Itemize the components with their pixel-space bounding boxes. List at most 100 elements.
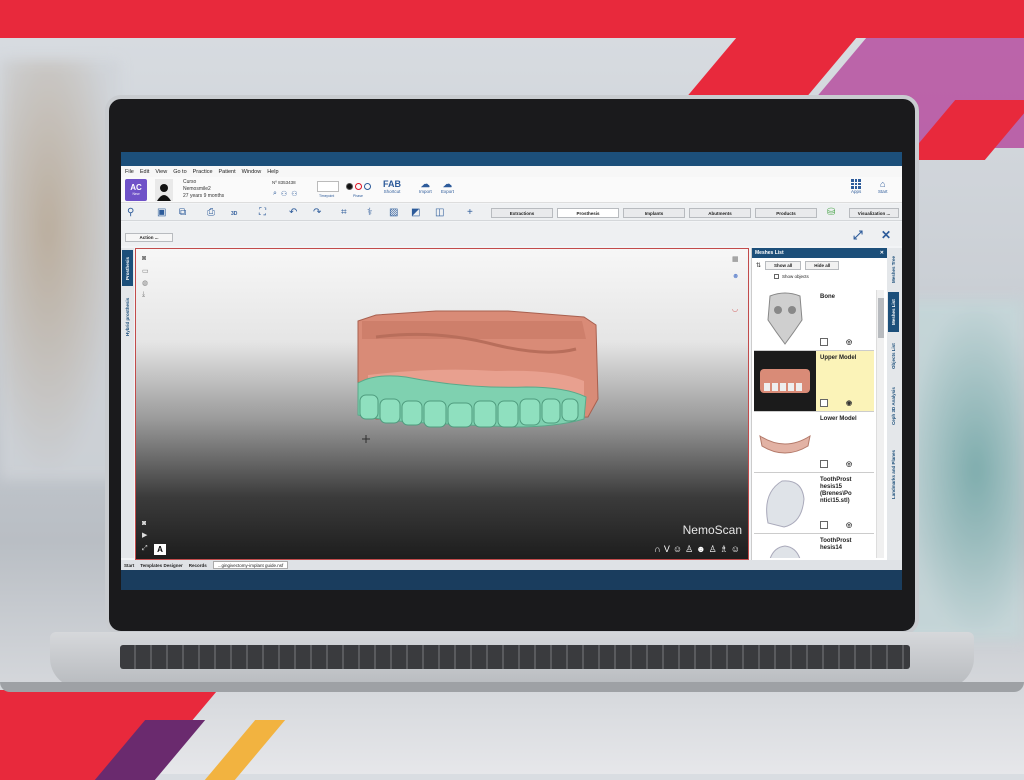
menu-view[interactable]: View — [155, 169, 167, 175]
head-right-icon[interactable]: ♙ — [709, 544, 717, 555]
view-orientation-bar: ∩ V ☺ ♙ ☻ ♙ ♗ ☺ — [654, 544, 740, 555]
arch-view-icon[interactable]: ∩ — [654, 544, 660, 555]
patient-avatar[interactable] — [155, 178, 173, 201]
scroll-thumb[interactable] — [878, 298, 884, 338]
mesh-checkbox[interactable] — [820, 521, 828, 529]
patient-link-icon[interactable]: ⚇ — [281, 190, 287, 198]
head-bottom-icon[interactable]: ♗ — [720, 544, 728, 555]
add-icon[interactable]: + — [467, 207, 473, 218]
expand-icon[interactable]: ⤢ — [853, 228, 863, 243]
3d-view-icon[interactable]: 3D — [231, 209, 237, 220]
eye-hidden-icon[interactable]: ◎ — [846, 522, 852, 529]
open-document-tab[interactable]: ...gingivectomy-implant guide.nsf — [212, 561, 289, 569]
status-records[interactable]: Records — [189, 563, 207, 568]
save-as-icon[interactable]: ⧉ — [179, 207, 186, 218]
eye-hidden-icon[interactable]: ◎ — [846, 339, 852, 346]
menu-window[interactable]: Window — [242, 169, 262, 175]
fab-shortcut-button[interactable]: FAB Shortcut — [383, 179, 401, 194]
phase-dot-3[interactable] — [364, 183, 371, 190]
grid-icon[interactable]: ⌗ — [341, 207, 347, 218]
menu-help[interactable]: Help — [267, 169, 278, 175]
tab-meshes-tree[interactable]: Meshes Tree — [888, 250, 899, 288]
head-left-icon[interactable]: ☻ — [696, 544, 705, 555]
sort-icon[interactable]: ⇅ — [756, 262, 761, 269]
layout-icon[interactable]: ◫ — [435, 207, 444, 218]
mesh-checkbox[interactable] — [820, 399, 828, 407]
close-icon[interactable]: ✕ — [881, 228, 891, 242]
patient-link-icon-2[interactable]: ⚇ — [291, 190, 297, 198]
tab-objects-list[interactable]: Objects List — [888, 336, 899, 376]
head-back-icon[interactable]: ♙ — [685, 544, 693, 555]
lower-arch-icon[interactable]: V — [664, 544, 670, 555]
menu-practice[interactable]: Practice — [193, 169, 213, 175]
mesh-checkbox[interactable] — [820, 460, 828, 468]
search-icon[interactable]: ⌕ — [273, 190, 277, 198]
import-button[interactable]: ☁ Import — [419, 179, 432, 194]
mesh-checkbox[interactable] — [820, 338, 828, 346]
mesh-info: Bone ◎ — [816, 290, 874, 350]
eye-hidden-icon[interactable]: ◎ — [846, 461, 852, 468]
tab-ceph-3d-analysis[interactable]: Ceph 3D Analysis — [888, 380, 899, 432]
menu-file[interactable]: File — [125, 169, 134, 175]
show-all-button[interactable]: Show all — [765, 260, 802, 270]
timepoint-selector[interactable] — [317, 181, 339, 192]
redo-icon[interactable]: ↷ — [313, 207, 321, 218]
print-icon[interactable]: ⎙ — [207, 207, 215, 218]
export-button[interactable]: ☁ Export — [441, 179, 454, 194]
tab-abutments[interactable]: Abutments — [689, 208, 751, 218]
image-icon[interactable]: ▨ — [389, 207, 398, 218]
menu-edit[interactable]: Edit — [140, 169, 149, 175]
tab-products[interactable]: Products — [755, 208, 817, 218]
phase-dot-1[interactable] — [346, 183, 353, 190]
mesh-item-bone[interactable]: Bone ◎ — [754, 290, 874, 351]
title-bar — [121, 152, 902, 166]
head-front-icon[interactable]: ☺ — [673, 544, 682, 555]
mesh-item-tooth-14[interactable]: ToothProst hesis14 — [754, 534, 874, 558]
status-start[interactable]: Start — [124, 563, 134, 568]
action-dropdown[interactable]: Action ... — [125, 233, 173, 242]
phase-dot-2[interactable] — [355, 183, 362, 190]
hide-all-button[interactable]: Hide all — [805, 260, 840, 270]
apps-button[interactable]: Apps — [851, 179, 861, 194]
tab-prosthesis[interactable]: Prosthesis — [557, 208, 619, 218]
case-badge[interactable]: AC New — [125, 178, 147, 201]
panel-close-icon[interactable]: ✕ — [880, 250, 884, 256]
mesh-item-tooth-15[interactable]: ToothProst hesis15 (Brenes\Po ntic\15.st… — [754, 473, 874, 534]
video-icon[interactable]: ▶ — [142, 531, 147, 539]
measure-icon[interactable]: ⚕ — [367, 207, 372, 218]
tab-implants[interactable]: Implants — [623, 208, 685, 218]
mesh-info: Lower Model ◎ — [816, 412, 874, 472]
mesh-info: ToothProst hesis14 — [816, 534, 874, 558]
basket-icon[interactable]: ⛁ — [827, 207, 835, 218]
annotation-toggle[interactable]: A — [154, 544, 166, 555]
status-templates-designer[interactable]: Templates Designer — [140, 563, 182, 568]
tab-left-hybrid-prosthesis[interactable]: Hybrid prosthesis — [122, 290, 133, 344]
tooth-tool-icon[interactable]: ⚲ — [127, 207, 134, 218]
mesh-name: Bone — [820, 294, 835, 300]
tab-left-prosthesis[interactable]: Prosthesis — [122, 250, 133, 286]
fullscreen-icon[interactable]: ⤢ — [142, 545, 148, 553]
tab-extractions[interactable]: Extractions — [491, 208, 553, 218]
mesh-name: Upper Model — [820, 355, 857, 361]
paint-icon[interactable]: ◩ — [411, 207, 420, 218]
undo-icon[interactable]: ↶ — [289, 207, 297, 218]
mesh-item-upper-model[interactable]: Upper Model ◉ — [754, 351, 874, 412]
menu-patient[interactable]: Patient — [219, 169, 236, 175]
save-icon[interactable]: ▣ — [157, 207, 166, 218]
mesh-item-lower-model[interactable]: Lower Model ◎ — [754, 412, 874, 473]
head-side-icon[interactable]: ☺ — [731, 544, 740, 555]
show-objects-option[interactable]: Show objects — [752, 272, 887, 281]
tab-meshes-list[interactable]: Meshes List — [888, 292, 899, 332]
fit-view-icon[interactable]: ⛶ — [259, 207, 266, 218]
camera-bottom-icon[interactable]: ◙ — [142, 520, 146, 527]
mesh-list-scrollbar[interactable] — [876, 290, 884, 558]
3d-viewport[interactable]: ◙ ▭ ◍ ⤓ ▦ ☻ ◡ ◙ ▶ ⤢ A NemoScan ∩ V ☺ ♙ ☻… — [135, 248, 749, 560]
show-objects-checkbox[interactable] — [774, 274, 779, 279]
menu-goto[interactable]: Go to — [173, 169, 186, 175]
eye-icon[interactable]: ◉ — [846, 400, 852, 407]
start-button[interactable]: ⌂ Start — [878, 179, 888, 194]
timepoint-label: Timepoint — [319, 194, 335, 198]
visualization-dropdown[interactable]: Visualization ... — [849, 208, 899, 218]
tab-landmarks-planes[interactable]: Landmarks and Planes — [888, 438, 899, 510]
decor-stripe — [204, 720, 286, 780]
